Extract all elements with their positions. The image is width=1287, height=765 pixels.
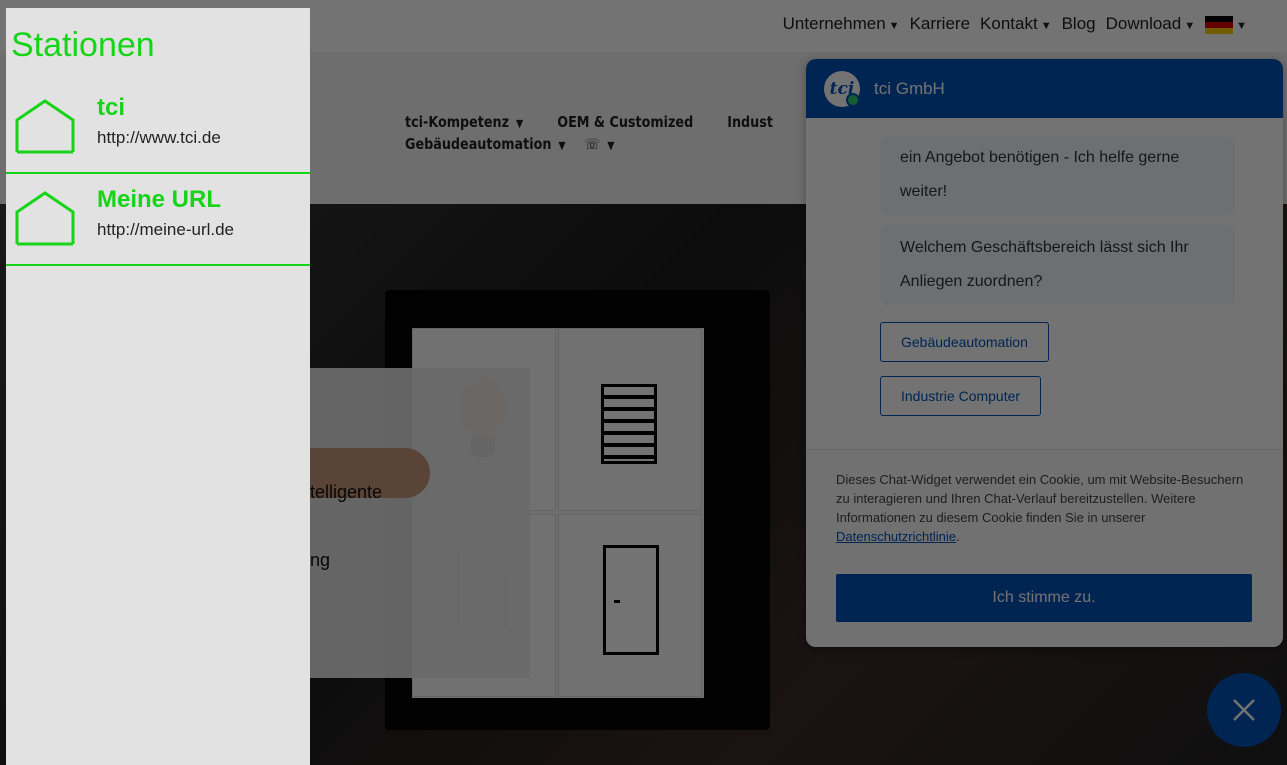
home-icon	[15, 191, 75, 246]
option-industrie-computer-button[interactable]: Industrie Computer	[880, 376, 1042, 416]
cookie-text-end: .	[955, 529, 960, 544]
option-gebaeudeautomation-button[interactable]: Gebäudeautomation	[880, 322, 1049, 362]
topnav-unternehmen[interactable]: Unternehmen ▼	[783, 14, 900, 34]
mainnav-industrie[interactable]: Indust	[727, 112, 773, 134]
mainnav-tci-kompetenz[interactable]: tci-Kompetenz ▼	[405, 112, 523, 134]
topnav-label: Unternehmen	[782, 14, 886, 33]
door-icon	[603, 545, 659, 655]
stations-drawer: Stationen tci http://www.tci.de Meine UR…	[6, 8, 310, 765]
home-icon	[15, 99, 75, 154]
phone-icon: ☏	[584, 135, 601, 153]
hero-text-line: telligente	[310, 482, 383, 502]
top-navigation: Unternehmen ▼ Karriere Kontakt ▼ Blog Down…	[783, 14, 1247, 34]
chat-widget: tci tci GmbH ein Angebot benötigen - Ich…	[806, 59, 1283, 647]
language-selector[interactable]: ▼	[1205, 14, 1247, 34]
chevron-down-icon: ▼	[558, 139, 566, 152]
agree-button[interactable]: Ich stimme zu.	[836, 574, 1252, 622]
cookie-text-body: Dieses Chat-Widget verwendet ein Cookie,…	[836, 472, 1244, 525]
drawer-title: Stationen	[11, 26, 155, 64]
chevron-down-icon: ▼	[1236, 20, 1247, 32]
topnav-kontakt[interactable]: Kontakt ▼	[980, 14, 1052, 34]
door-tile	[558, 514, 702, 697]
online-status-icon	[846, 92, 860, 107]
cookie-notice: Dieses Chat-Widget verwendet ein Cookie,…	[806, 449, 1283, 647]
station-url: http://meine-url.de	[97, 220, 235, 239]
station-item-meine-url[interactable]: Meine URL http://meine-url.de	[6, 180, 310, 266]
cookie-text: Dieses Chat-Widget verwendet ein Cookie,…	[836, 470, 1256, 546]
mainnav-phone[interactable]: ☏ ▼	[584, 134, 614, 156]
hero-text-slide	[310, 368, 530, 678]
chat-message: Welchem Geschäftsbereich lässt sich Ihr …	[880, 225, 1235, 305]
chevron-down-icon: ▼	[1184, 20, 1196, 32]
topnav-label: Kontakt	[980, 14, 1038, 33]
mainnav-oem-customized[interactable]: OEM & Customized	[557, 112, 693, 134]
topnav-blog[interactable]: Blog	[1062, 14, 1096, 34]
station-name: tci	[97, 94, 126, 121]
tci-logo: tci	[824, 70, 860, 107]
blinds-tile	[558, 328, 702, 511]
main-navigation: tci-Kompetenz ▼ OEM & Customized Indust …	[405, 112, 773, 156]
station-name: Meine URL	[97, 186, 222, 213]
privacy-policy-link[interactable]: Datenschutzrichtlinie	[836, 529, 956, 544]
german-flag-icon	[1205, 15, 1234, 34]
mainnav-label: tci-Kompetenz	[405, 113, 510, 131]
chat-message: ein Angebot benötigen - Ich helfe gerne …	[880, 137, 1235, 215]
mainnav-label: Gebäudeautomation	[405, 135, 552, 153]
station-url: http://www.tci.de	[97, 128, 221, 147]
topnav-karriere[interactable]: Karriere	[910, 14, 970, 34]
topnav-label: Download	[1105, 14, 1182, 33]
chevron-down-icon: ▼	[888, 20, 900, 32]
chevron-down-icon: ▼	[607, 139, 615, 152]
chat-header: tci tci GmbH	[806, 59, 1283, 118]
mainnav-gebaeudeautomation[interactable]: Gebäudeautomation ▼	[405, 134, 566, 156]
close-icon	[1233, 699, 1255, 721]
station-item-tci[interactable]: tci http://www.tci.de	[6, 88, 310, 174]
topnav-download[interactable]: Download ▼	[1106, 14, 1196, 34]
chat-title: tci GmbH	[874, 78, 945, 98]
chevron-down-icon: ▼	[516, 117, 524, 130]
blinds-icon	[601, 384, 657, 464]
chat-close-button[interactable]	[1207, 673, 1281, 747]
hero-text-line: ng	[310, 550, 331, 570]
chevron-down-icon: ▼	[1040, 20, 1052, 32]
